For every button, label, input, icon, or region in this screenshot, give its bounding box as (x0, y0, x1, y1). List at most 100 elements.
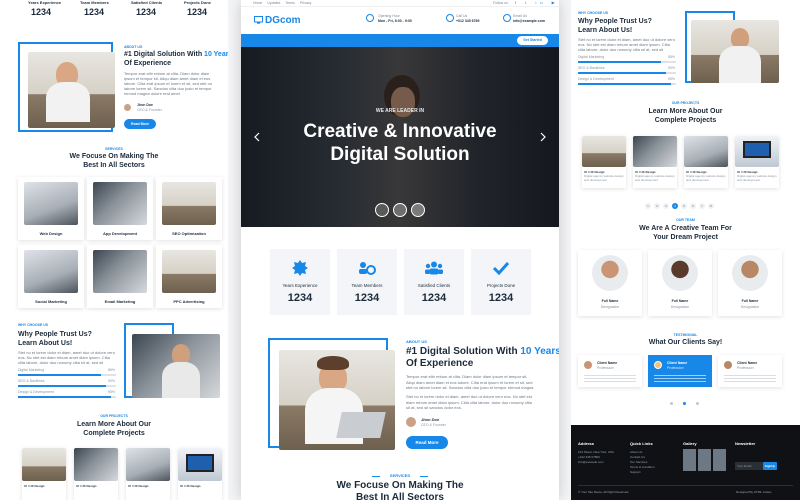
team-role: Designation (600, 305, 620, 309)
project-card[interactable]: UI / UX Design Digital agency website des… (582, 136, 626, 188)
social-icons[interactable]: f t in ▶ ◎ (515, 0, 559, 5)
opening-label: Opening Hour (378, 14, 400, 18)
team-card[interactable]: Full Name Designation (718, 250, 782, 316)
chevron-right-icon[interactable] (540, 132, 546, 142)
footer-link[interactable]: Support (630, 470, 641, 474)
slide-thumb[interactable] (393, 203, 407, 217)
page-number[interactable]: 7 (699, 203, 705, 209)
award-icon (292, 260, 308, 276)
skill-pct: 90% (108, 379, 116, 383)
brand-row: DGcom Opening Hour Mon - Fri, 8:00 - 9:0… (241, 8, 559, 34)
about-photo (28, 52, 115, 128)
monitor-icon (254, 16, 263, 24)
read-more-button[interactable]: Read More (406, 436, 448, 449)
client-role: Profession (737, 366, 754, 370)
testimonial-card[interactable]: Client Name Profession (578, 355, 642, 387)
page-number[interactable]: 6 (690, 203, 696, 209)
chevron-left-icon[interactable] (254, 132, 260, 142)
service-card[interactable]: Social Marketing (18, 245, 84, 308)
skill-name: SEO & Backlinks (578, 66, 605, 70)
service-title: SEO Optimization (172, 231, 206, 236)
project-card[interactable]: UI / UX Design Digital agency website des… (735, 136, 779, 188)
stat-value: 1234 (187, 7, 208, 17)
projects-title: Learn More About Our Complete Projects (76, 421, 152, 437)
slide-thumb[interactable] (375, 203, 389, 217)
service-title: App Development (102, 231, 137, 236)
skill-name: SEO & Backlinks (18, 379, 45, 383)
about-title: #1 Digital Solution With 10 Years Of Exp… (124, 51, 228, 67)
page-number[interactable]: 3 (663, 203, 669, 209)
testimonial-kicker: TESTIMONIAL (673, 333, 698, 337)
topbar-link[interactable]: Home (253, 1, 262, 5)
project-card[interactable]: UI / UX Design (74, 448, 118, 500)
footer-link[interactable]: About Us (630, 450, 642, 454)
testimonial-title: What Our Clients Say! (648, 339, 723, 346)
project-text: Digital agency website design and develo… (686, 174, 726, 182)
skill-name: Digital Marketing (578, 55, 605, 59)
skill-pct: 85% (668, 55, 676, 59)
service-title: Email Marketing (104, 299, 136, 304)
client-role: Profession (667, 366, 684, 370)
page-number[interactable]: 1 (645, 203, 651, 209)
footer-link[interactable]: Contact Us (630, 455, 645, 459)
page-number[interactable]: 4 (672, 203, 678, 209)
project-text: Digital agency website design and develo… (635, 174, 675, 182)
topbar: Home Updates Terms Privacy Follow us f t in… (241, 0, 559, 7)
main-preview-page: Home Updates Terms Privacy Follow us f t in… (241, 0, 559, 500)
team-card[interactable]: Full Name Designation (648, 250, 712, 316)
signer-role: CEO & Founder (137, 108, 162, 112)
skill-name: Design & Development (18, 390, 54, 394)
team-role: Designation (740, 305, 760, 309)
page-number[interactable]: 8 (708, 203, 714, 209)
service-card[interactable]: Email Marketing (87, 245, 153, 308)
topbar-links: Home Updates Terms Privacy (253, 1, 316, 5)
service-card[interactable]: App Development (87, 177, 153, 240)
stat-value: 1234 (136, 7, 157, 17)
stat-card: Satisfied Clients 1234 (404, 249, 464, 315)
project-card[interactable]: UI / UX Design (178, 448, 222, 500)
project-card[interactable]: UI / UX Design (126, 448, 170, 500)
team-name: Full Name (741, 299, 759, 303)
newsletter-button[interactable]: SignUp (763, 462, 777, 470)
footer-email: info@example.com (578, 460, 604, 464)
project-card[interactable]: UI / UX Design Digital agency website des… (684, 136, 728, 188)
projects-pagination: 12345678 (645, 194, 717, 209)
team-kicker: OUR TEAM (676, 218, 695, 222)
project-card[interactable]: UI / UX Design Digital agency website des… (633, 136, 677, 188)
project-card[interactable]: UI / UX Design (22, 448, 66, 500)
service-card[interactable]: SEO Optimization (156, 177, 222, 240)
page-number[interactable]: 2 (654, 203, 660, 209)
check-icon (493, 261, 509, 275)
service-card[interactable]: Web Design (18, 177, 84, 240)
about-kicker: ABOUT US (406, 339, 427, 344)
credit: Designed By HTML Codex (736, 490, 772, 494)
skill-name: Design & Development (578, 77, 614, 81)
about-photo (279, 350, 395, 450)
page-number[interactable]: 5 (681, 203, 687, 209)
footer-link[interactable]: Our Services (630, 460, 647, 464)
get-started-button[interactable]: Get Started (517, 36, 548, 45)
why-title: Why People Trust Us? Learn About Us! (578, 18, 652, 34)
testimonial-card-active[interactable]: Client Name Profession (648, 355, 712, 387)
topbar-link[interactable]: Terms (285, 1, 295, 5)
brand-logo[interactable]: DGcom (265, 15, 301, 26)
client-name: Client Name (737, 361, 758, 365)
team-card[interactable]: Full Name Designation (578, 250, 642, 316)
footer-link[interactable]: Terms & Condition (630, 465, 655, 469)
stat-value: 1234 (287, 292, 313, 304)
topbar-link[interactable]: Updates (267, 1, 280, 5)
testimonial-card[interactable]: Client Name Profession (718, 355, 782, 387)
services-title: We Focuse On Making The Best In All Secto… (69, 153, 159, 169)
footer-address: 123 Street, New York, USA (578, 450, 615, 454)
newsletter-input[interactable]: Your Email (735, 462, 763, 470)
topbar-link[interactable]: Privacy (300, 1, 311, 5)
service-card[interactable]: PPC Advertising (156, 245, 222, 308)
stat-label: Years Experience (282, 283, 318, 288)
skill-bar (18, 396, 111, 398)
footer-heading: Quick Links (630, 441, 653, 446)
stat-value: 1234 (488, 292, 514, 304)
project-title: UI / UX Design (180, 484, 201, 488)
slide-thumb[interactable] (411, 203, 425, 217)
read-more-button[interactable]: Read More (124, 119, 156, 129)
clock-icon (366, 14, 374, 22)
